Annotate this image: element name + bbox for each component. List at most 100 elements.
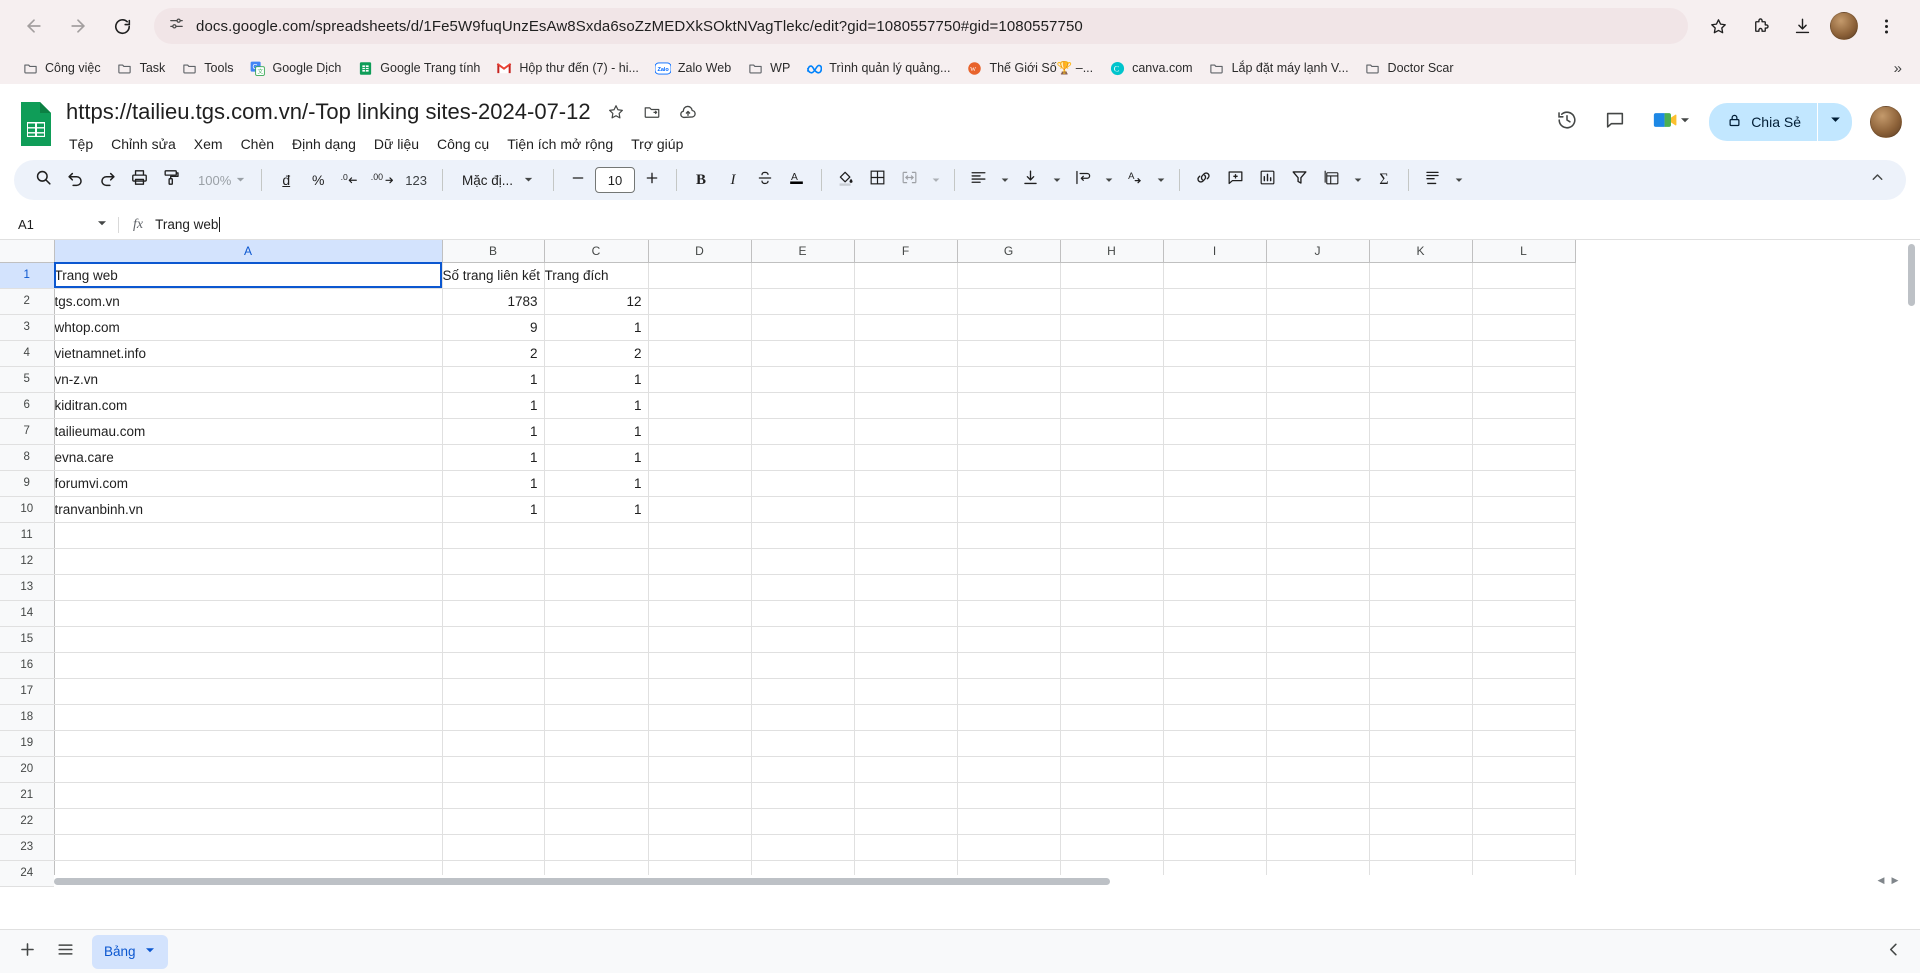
cell-E18[interactable] <box>751 704 855 731</box>
cell-F16[interactable] <box>854 652 958 679</box>
cell-C16[interactable] <box>544 652 649 679</box>
cell-J3[interactable] <box>1266 314 1370 341</box>
cell-E9[interactable] <box>751 470 855 497</box>
cell-L6[interactable] <box>1472 392 1576 419</box>
cell-J17[interactable] <box>1266 678 1370 705</box>
extensions-button[interactable] <box>1740 6 1780 46</box>
cell-A22[interactable] <box>54 808 443 835</box>
cell-J15[interactable] <box>1266 626 1370 653</box>
cell-H17[interactable] <box>1060 678 1164 705</box>
cell-B6[interactable]: 1 <box>442 392 545 419</box>
cell-G17[interactable] <box>957 678 1061 705</box>
cell-C11[interactable] <box>544 522 649 549</box>
bookmark-item[interactable]: Công việc <box>14 56 109 80</box>
cell-F23[interactable] <box>854 834 958 861</box>
cell-C12[interactable] <box>544 548 649 575</box>
cell-A17[interactable] <box>54 678 443 705</box>
cell-L21[interactable] <box>1472 782 1576 809</box>
cell-L4[interactable] <box>1472 340 1576 367</box>
font-family-selector[interactable]: Mặc đị... <box>452 166 544 194</box>
cell-F17[interactable] <box>854 678 958 705</box>
horizontal-scrollbar[interactable]: ◀ ▶ <box>54 874 1902 887</box>
cell-A3[interactable]: whtop.com <box>54 314 443 341</box>
horizontal-align-button[interactable] <box>964 165 994 195</box>
cell-H15[interactable] <box>1060 626 1164 653</box>
cell-A14[interactable] <box>54 600 443 627</box>
page-title[interactable]: https://tailieu.tgs.com.vn/-Top linking … <box>66 98 591 126</box>
column-header-G[interactable]: G <box>957 240 1061 263</box>
cell-D5[interactable] <box>648 366 752 393</box>
cell-E20[interactable] <box>751 756 855 783</box>
insert-comment-button[interactable] <box>1221 165 1251 195</box>
cell-A11[interactable] <box>54 522 443 549</box>
cell-E23[interactable] <box>751 834 855 861</box>
cell-link[interactable]: tailieumau.com <box>55 424 146 439</box>
cell-link[interactable]: kiditran.com <box>55 398 128 413</box>
cell-G9[interactable] <box>957 470 1061 497</box>
cell-G19[interactable] <box>957 730 1061 757</box>
bookmark-item[interactable]: Trình quản lý quảng... <box>798 56 958 80</box>
cell-E11[interactable] <box>751 522 855 549</box>
cell-J5[interactable] <box>1266 366 1370 393</box>
cell-L10[interactable] <box>1472 496 1576 523</box>
cell-A16[interactable] <box>54 652 443 679</box>
formatting-menu-button[interactable] <box>1418 165 1448 195</box>
cell-C19[interactable] <box>544 730 649 757</box>
cell-G16[interactable] <box>957 652 1061 679</box>
fill-color-button[interactable] <box>831 165 861 195</box>
cell-H8[interactable] <box>1060 444 1164 471</box>
cell-G7[interactable] <box>957 418 1061 445</box>
cell-C3[interactable]: 1 <box>544 314 649 341</box>
cell-link[interactable]: tranvanbinh.vn <box>55 502 144 517</box>
cell-K5[interactable] <box>1369 366 1473 393</box>
column-header-K[interactable]: K <box>1369 240 1473 263</box>
increase-decimal-button[interactable]: .00 <box>367 165 397 195</box>
horizontal-align-caret[interactable] <box>996 167 1014 193</box>
cell-L8[interactable] <box>1472 444 1576 471</box>
strikethrough-button[interactable] <box>750 165 780 195</box>
cell-E14[interactable] <box>751 600 855 627</box>
menu-item-chèn[interactable]: Chèn <box>232 132 283 156</box>
cell-K17[interactable] <box>1369 678 1473 705</box>
cell-I20[interactable] <box>1163 756 1267 783</box>
cell-B3[interactable]: 9 <box>442 314 545 341</box>
cell-K9[interactable] <box>1369 470 1473 497</box>
cell-K8[interactable] <box>1369 444 1473 471</box>
cell-K22[interactable] <box>1369 808 1473 835</box>
bookmark-item[interactable]: Hộp thư đến (7) - hi... <box>488 56 647 80</box>
cell-D6[interactable] <box>648 392 752 419</box>
cell-L2[interactable] <box>1472 288 1576 315</box>
column-header-B[interactable]: B <box>442 240 545 263</box>
cell-I9[interactable] <box>1163 470 1267 497</box>
cell-H21[interactable] <box>1060 782 1164 809</box>
cell-J19[interactable] <box>1266 730 1370 757</box>
cell-L7[interactable] <box>1472 418 1576 445</box>
cell-J9[interactable] <box>1266 470 1370 497</box>
bookmark-item[interactable]: Task <box>109 56 174 80</box>
cell-I15[interactable] <box>1163 626 1267 653</box>
bookmark-item[interactable]: G 文 Google Dịch <box>241 56 349 80</box>
cell-J21[interactable] <box>1266 782 1370 809</box>
cell-J1[interactable] <box>1266 262 1370 289</box>
cell-K13[interactable] <box>1369 574 1473 601</box>
horizontal-scrollbar-thumb[interactable] <box>54 877 1110 885</box>
column-header-J[interactable]: J <box>1266 240 1370 263</box>
menu-item-trợ-giúp[interactable]: Trợ giúp <box>622 132 692 156</box>
cell-F13[interactable] <box>854 574 958 601</box>
cell-E15[interactable] <box>751 626 855 653</box>
text-wrapping-caret[interactable] <box>1100 167 1118 193</box>
cell-B23[interactable] <box>442 834 545 861</box>
all-sheets-button[interactable] <box>48 935 82 969</box>
cell-L23[interactable] <box>1472 834 1576 861</box>
cell-link[interactable]: tgs.com.vn <box>55 294 120 309</box>
cell-K14[interactable] <box>1369 600 1473 627</box>
comment-button[interactable] <box>1595 102 1635 142</box>
cell-K19[interactable] <box>1369 730 1473 757</box>
cell-K16[interactable] <box>1369 652 1473 679</box>
row-header-12[interactable]: 12 <box>0 548 55 575</box>
explore-button[interactable] <box>1876 935 1910 969</box>
cell-I16[interactable] <box>1163 652 1267 679</box>
cell-H11[interactable] <box>1060 522 1164 549</box>
cell-L20[interactable] <box>1472 756 1576 783</box>
cell-A6[interactable]: kiditran.com <box>54 392 443 419</box>
